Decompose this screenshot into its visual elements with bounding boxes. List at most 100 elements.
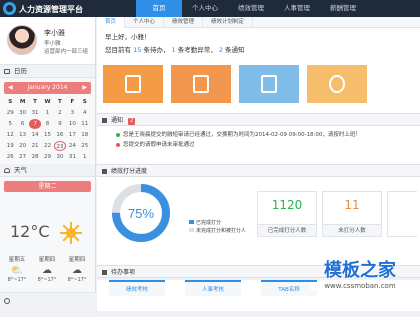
calendar-day[interactable]: 30 bbox=[16, 108, 28, 118]
shortcut-tiles bbox=[97, 63, 420, 113]
edit-icon bbox=[261, 75, 277, 93]
tab-performance[interactable]: 绩效管理 bbox=[164, 17, 204, 28]
notice-label: 条通知 bbox=[225, 46, 245, 54]
calendar-day[interactable]: 8 bbox=[41, 119, 53, 129]
kpi-uncompleted[interactable]: 11 未打分人数 bbox=[322, 191, 382, 237]
shortcut-tile-calendar[interactable] bbox=[171, 65, 231, 103]
forecast-temp-range: 8°~17° bbox=[7, 277, 27, 283]
calendar-day[interactable]: 31 bbox=[66, 152, 78, 162]
greeting-summary: 您目前有 15 条待办， 1 条考勤异常， 2 条通知 bbox=[105, 44, 412, 54]
calendar-day[interactable]: 20 bbox=[16, 141, 28, 151]
calendar-month-title: January 2014 bbox=[27, 84, 68, 91]
forecast-day: 星期四 ☁ 8°~17° bbox=[63, 255, 91, 283]
forecast-day-label: 星期四 bbox=[38, 257, 56, 263]
calendar-day[interactable]: 3 bbox=[66, 108, 78, 118]
calendar-day[interactable]: 24 bbox=[66, 141, 78, 151]
notice-count[interactable]: 2 bbox=[219, 46, 223, 54]
calendar-day[interactable]: 13 bbox=[16, 130, 28, 140]
summary-prefix: 您目前有 bbox=[105, 46, 131, 54]
calendar-day[interactable]: 25 bbox=[79, 141, 91, 151]
chevron-right-icon[interactable]: ▶ bbox=[82, 82, 87, 94]
forecast-day-label: 星期四 bbox=[68, 257, 86, 263]
avatar[interactable] bbox=[7, 25, 37, 55]
list-item[interactable]: 您提交的请假申请未审批通过 bbox=[97, 140, 420, 150]
calendar-day[interactable]: 21 bbox=[29, 141, 41, 151]
user-department: 运营部内一部三组 bbox=[44, 49, 89, 55]
weather-section-label: 天气 bbox=[14, 166, 27, 174]
calendar-day[interactable]: 27 bbox=[16, 152, 28, 162]
calendar-day[interactable]: 26 bbox=[4, 152, 16, 162]
weather-section-header: 天气 bbox=[0, 164, 95, 177]
pending-count[interactable]: 15 bbox=[133, 46, 141, 54]
calendar-weekday-header: S bbox=[82, 99, 87, 105]
calendar-day[interactable]: 22 bbox=[41, 141, 53, 151]
calendar-day[interactable]: 29 bbox=[4, 108, 16, 118]
calendar-weekday-header: T bbox=[58, 99, 62, 105]
greeting-text: 早上好，小雅！ bbox=[105, 33, 151, 41]
user-name: 李小雅 bbox=[44, 29, 65, 37]
notice-text: 您是王晓晨提交的融短审请已经通过，交换期为时间为2014-02-09 09:00… bbox=[123, 132, 361, 138]
award-icon bbox=[329, 75, 345, 93]
calendar-day[interactable]: 2 bbox=[54, 108, 66, 118]
cloud-icon: ☁ bbox=[42, 265, 52, 276]
tab-personal-center[interactable]: 个人中心 bbox=[125, 17, 165, 28]
chevron-left-icon[interactable]: ◀ bbox=[8, 82, 13, 94]
nav-home[interactable]: 首页 bbox=[136, 0, 182, 17]
calendar-day[interactable]: 16 bbox=[54, 130, 66, 140]
notice-list: 您是王晓晨提交的融短审请已经通过，交换期为时间为2014-02-09 09:00… bbox=[97, 126, 420, 164]
calendar-weekday-header: F bbox=[70, 99, 75, 105]
calendar-grid: S M T W T F S 29 30 31 1 2 3 4 5 6 7 8 9 10 11 12 13 14 15 16 17 18… bbox=[4, 97, 91, 162]
calendar-day[interactable]: 23 bbox=[53, 141, 67, 151]
calendar-day[interactable]: 15 bbox=[41, 130, 53, 140]
attendance-count[interactable]: 1 bbox=[172, 46, 176, 54]
forecast-temp-range: 8°~17° bbox=[67, 277, 87, 283]
weather-date-bar: 星期二 bbox=[4, 181, 91, 192]
calendar-widget: ◀ January 2014 ▶ S M T W T F S 29 30 31 1 2 3 4 5 6 7 8 9 1… bbox=[0, 78, 95, 164]
tab-name[interactable]: TAB名称 bbox=[261, 280, 317, 296]
list-icon bbox=[102, 169, 107, 174]
calendar-month-bar: ◀ January 2014 ▶ bbox=[4, 82, 91, 94]
calendar-day[interactable]: 1 bbox=[79, 152, 91, 162]
watermark-url: www.cssmoban.com bbox=[310, 282, 410, 290]
kpi-uncompleted-value: 11 bbox=[344, 198, 360, 212]
donut-legend: 已完成打分 未完成打分和被打分人 bbox=[189, 219, 246, 235]
watermark-title: 模板之家 bbox=[324, 260, 396, 281]
app-logo-icon bbox=[3, 2, 16, 15]
tab-performance-review[interactable]: 绩效考核 bbox=[109, 280, 165, 296]
calendar-day[interactable]: 11 bbox=[79, 119, 91, 129]
calendar-day[interactable]: 5 bbox=[4, 119, 16, 129]
calendar-day[interactable]: 1 bbox=[41, 108, 53, 118]
notice-panel-title: 通知 bbox=[111, 117, 124, 124]
calendar-day[interactable]: 10 bbox=[66, 119, 78, 129]
tab-performance-plan[interactable]: 绩效计划制定 bbox=[203, 17, 254, 28]
calendar-day[interactable]: 7 bbox=[28, 119, 42, 129]
calendar-day[interactable]: 4 bbox=[79, 108, 91, 118]
nav-personal-center[interactable]: 个人中心 bbox=[182, 0, 228, 17]
tab-home[interactable]: 首页 bbox=[97, 17, 126, 28]
app-title: 人力资源管理平台 bbox=[19, 5, 83, 14]
list-item[interactable]: 您是王晓晨提交的融短审请已经通过，交换期为时间为2014-02-09 09:00… bbox=[97, 130, 420, 140]
calendar-day[interactable]: 19 bbox=[4, 141, 16, 151]
calendar-day[interactable]: 6 bbox=[16, 119, 28, 129]
calendar-day[interactable]: 30 bbox=[54, 152, 66, 162]
nav-salary[interactable]: 薪酬管理 bbox=[320, 0, 366, 17]
shortcut-tile-clipboard[interactable] bbox=[103, 65, 163, 103]
clock-icon bbox=[4, 298, 10, 304]
nav-performance[interactable]: 绩效管理 bbox=[228, 0, 274, 17]
calendar-day[interactable]: 29 bbox=[41, 152, 53, 162]
calendar-day[interactable]: 28 bbox=[29, 152, 41, 162]
shortcut-tile-edit[interactable] bbox=[239, 65, 299, 103]
shortcut-tile-award[interactable] bbox=[307, 65, 367, 103]
tab-personnel-review[interactable]: 人事考核 bbox=[185, 280, 241, 296]
kpi-third[interactable] bbox=[387, 191, 417, 237]
calendar-day[interactable]: 17 bbox=[66, 130, 78, 140]
calendar-day[interactable]: 12 bbox=[4, 130, 16, 140]
calendar-day[interactable]: 14 bbox=[29, 130, 41, 140]
calendar-weekday-header: T bbox=[33, 99, 37, 105]
calendar-day[interactable]: 9 bbox=[54, 119, 66, 129]
calendar-day[interactable]: 31 bbox=[29, 108, 41, 118]
calendar-day[interactable]: 18 bbox=[79, 130, 91, 140]
nav-personnel[interactable]: 人事管理 bbox=[274, 0, 320, 17]
sub-tabs: 首页 个人中心 绩效管理 绩效计划制定 bbox=[97, 17, 420, 28]
kpi-completed[interactable]: 1120 已完成打分人数 bbox=[257, 191, 317, 237]
